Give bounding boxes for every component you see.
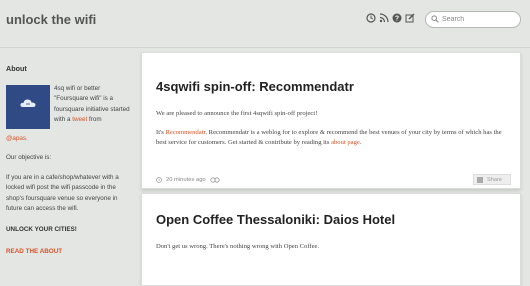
unlock-cities: UNLOCK YOUR CITIES!: [6, 225, 77, 233]
sidebar-title: About: [6, 64, 27, 73]
link-icon[interactable]: [210, 177, 220, 183]
about-text: 4sq wifi or better "Foursquare wifi" is …: [54, 84, 132, 126]
sidebar: About 4sq wifi or better "Foursquare wif…: [6, 64, 131, 258]
share-label: Share: [487, 176, 502, 183]
post-text: . Recommendatr is a weblog for to explor…: [156, 129, 502, 146]
header: unlock the wifi ?: [0, 0, 530, 42]
about-from: from: [89, 116, 102, 123]
rss-icon[interactable]: [379, 13, 389, 23]
post-title[interactable]: 4sqwifi spin-off: Recommendatr: [156, 79, 354, 94]
objective-text: If you are in a cafe/shop/whatever with …: [6, 173, 119, 213]
search-box[interactable]: [425, 11, 521, 28]
post-meta: 20 minutes ago: [156, 177, 220, 183]
search-icon: [431, 15, 439, 23]
post-time[interactable]: 20 minutes ago: [166, 177, 206, 183]
post-paragraph: We are pleased to announce the first 4sq…: [156, 110, 318, 117]
header-divider: [0, 47, 530, 48]
about-page-link[interactable]: about page: [331, 139, 360, 146]
svg-text:?: ?: [395, 16, 399, 23]
tweet-link[interactable]: tweet: [72, 116, 87, 123]
post-paragraph: Don't get us wrong. There's nothing wron…: [156, 243, 320, 250]
share-icon: [477, 176, 483, 183]
share-button[interactable]: Share: [473, 174, 511, 185]
post-card: Open Coffee Thessaloniki: Daios Hotel Do…: [141, 193, 521, 286]
search-input[interactable]: [442, 13, 518, 26]
post-paragraph: It's Recommendatr. Recommendatr is a web…: [156, 128, 508, 148]
read-about-link[interactable]: READ THE ABOUT: [6, 247, 131, 258]
edit-icon[interactable]: [405, 13, 415, 23]
site-logo[interactable]: unlock the wifi: [6, 12, 96, 27]
clock-icon: [156, 177, 162, 183]
post-title[interactable]: Open Coffee Thessaloniki: Daios Hotel: [156, 212, 395, 227]
wifi-cloud-icon: [20, 99, 36, 107]
avatar: [6, 84, 50, 129]
post-text: .: [359, 139, 362, 146]
history-icon[interactable]: [366, 13, 376, 23]
about-row: 4sq wifi or better "Foursquare wifi" is …: [6, 84, 131, 142]
post-text: It's: [156, 129, 164, 136]
objective-heading: Our objective is:: [6, 154, 52, 161]
recommendatr-link[interactable]: Recommendatr: [165, 129, 205, 136]
help-icon[interactable]: ?: [392, 13, 402, 23]
header-icons: ?: [366, 13, 415, 23]
post-card: 4sqwifi spin-off: Recommendatr We are pl…: [141, 52, 521, 189]
